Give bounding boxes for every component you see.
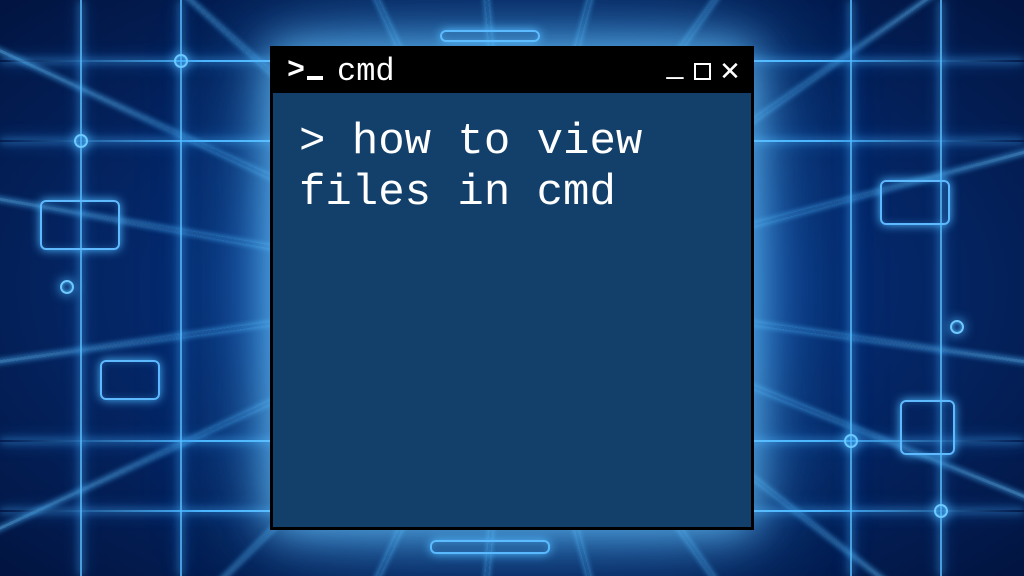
bg-node (74, 134, 88, 148)
minimize-button[interactable]: _ (664, 53, 686, 75)
command-line: > how to view files in cmd (299, 117, 725, 218)
terminal-icon: > (287, 54, 323, 88)
bg-node (844, 434, 858, 448)
command-text: how to view files in cmd (299, 117, 669, 218)
terminal-window: > cmd _ ✕ > how to view files in cmd (270, 46, 754, 530)
bg-node (950, 320, 964, 334)
bg-rect (430, 540, 550, 554)
bg-rect (40, 200, 120, 250)
titlebar[interactable]: > cmd _ ✕ (273, 49, 751, 93)
bg-rect (100, 360, 160, 400)
maximize-button[interactable] (694, 63, 711, 80)
bg-node (934, 504, 948, 518)
window-title: cmd (337, 53, 654, 90)
bg-line (940, 0, 942, 576)
bg-line (80, 0, 82, 576)
bg-rect (440, 30, 540, 42)
bg-rect (880, 180, 950, 225)
bg-line (180, 0, 182, 576)
prompt-symbol: > (299, 117, 325, 167)
bg-node (174, 54, 188, 68)
bg-line (850, 0, 852, 576)
bg-node (60, 280, 74, 294)
window-controls: _ ✕ (664, 60, 741, 82)
bg-rect (900, 400, 955, 455)
terminal-body[interactable]: > how to view files in cmd (273, 93, 751, 527)
close-button[interactable]: ✕ (719, 60, 741, 82)
